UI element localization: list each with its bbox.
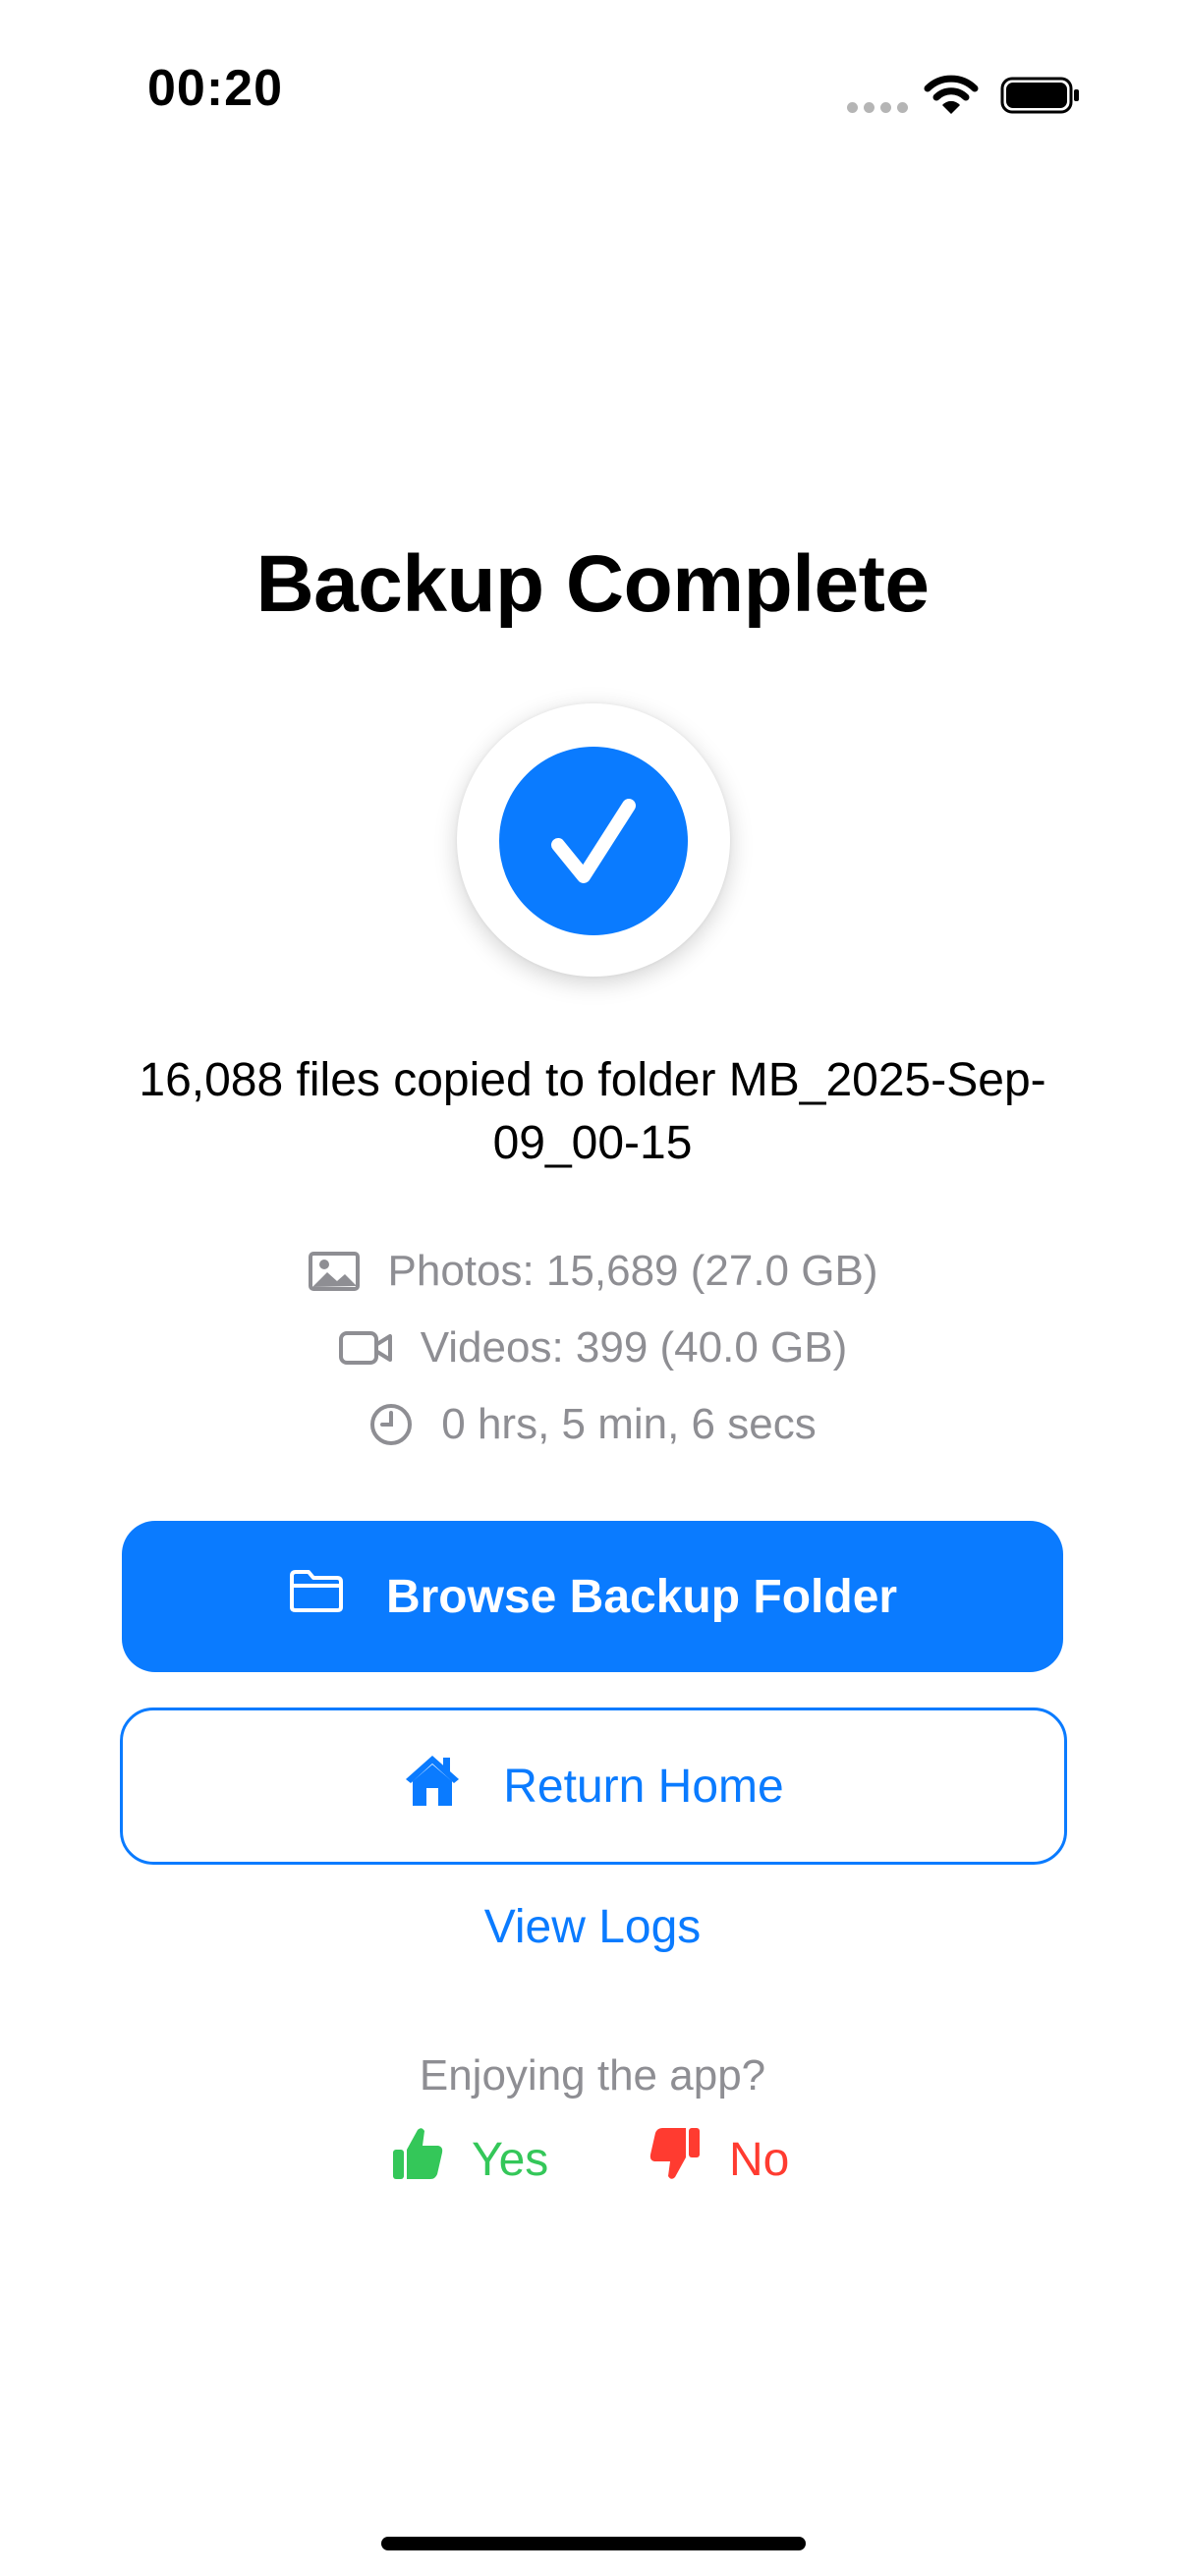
return-home-button[interactable]: Return Home <box>120 1708 1067 1865</box>
feedback-no-label: No <box>729 2133 790 2186</box>
view-logs-link[interactable]: View Logs <box>0 1896 1185 1959</box>
folder-icon <box>288 1568 345 1625</box>
backup-summary: 16,088 files copied to folder MB_2025-Se… <box>139 1054 1046 1169</box>
feedback-yes-label: Yes <box>472 2133 549 2186</box>
video-camera-icon <box>338 1330 393 1366</box>
photos-stat-text: Photos: 15,689 (27.0 GB) <box>387 1247 878 1295</box>
home-indicator[interactable] <box>381 2537 806 2550</box>
checkmark-icon <box>499 747 688 935</box>
cellular-signal-icon <box>847 102 908 114</box>
page-title: Backup Complete <box>255 539 930 629</box>
return-home-label: Return Home <box>503 1760 784 1813</box>
feedback-no-button[interactable]: No <box>649 2122 789 2197</box>
duration-stat: 0 hrs, 5 min, 6 secs <box>0 1395 1185 1454</box>
videos-stat-text: Videos: 399 (40.0 GB) <box>420 1323 848 1372</box>
clock-icon <box>368 1402 414 1447</box>
duration-stat-text: 0 hrs, 5 min, 6 secs <box>441 1400 817 1448</box>
photos-stat: Photos: 15,689 (27.0 GB) <box>0 1242 1185 1301</box>
wifi-icon <box>924 73 979 116</box>
photo-icon <box>308 1251 361 1292</box>
battery-icon <box>1000 77 1081 114</box>
videos-stat: Videos: 399 (40.0 GB) <box>0 1318 1185 1377</box>
feedback-yes-button[interactable]: Yes <box>391 2122 548 2197</box>
browse-backup-folder-button[interactable]: Browse Backup Folder <box>122 1521 1063 1672</box>
thumbs-down-icon <box>649 2126 702 2193</box>
status-time: 00:20 <box>147 60 283 117</box>
browse-button-label: Browse Backup Folder <box>385 1570 898 1623</box>
feedback-prompt: Enjoying the app? <box>419 2051 766 2100</box>
thumbs-up-icon <box>391 2126 444 2193</box>
house-icon <box>403 1753 462 1820</box>
